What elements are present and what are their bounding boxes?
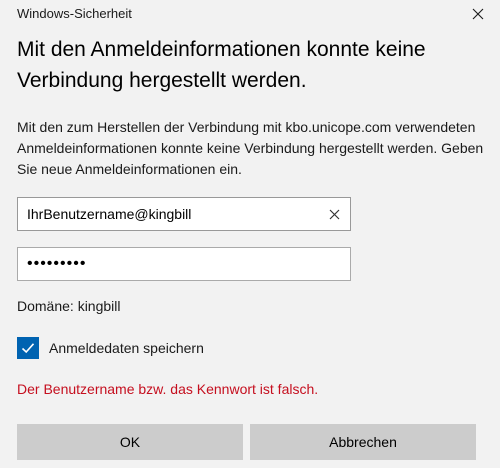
close-button[interactable] [456, 0, 500, 28]
password-field[interactable] [18, 248, 350, 280]
close-icon [472, 8, 484, 20]
dialog-heading: Mit den Anmeldeinformationen konnte kein… [17, 38, 426, 92]
remember-credentials-checkbox[interactable]: Anmeldedaten speichern [17, 336, 204, 360]
checkbox-box[interactable] [17, 337, 39, 359]
credential-dialog: Windows-Sicherheit Mit den Anmeldeinform… [0, 0, 500, 468]
dialog-message: Mit den zum Herstellen der Verbindung mi… [17, 119, 484, 177]
remember-credentials-label: Anmeldedaten speichern [49, 340, 204, 356]
username-field-container [17, 197, 351, 231]
error-message: Der Benutzername bzw. das Kennwort ist f… [17, 381, 319, 397]
ok-button[interactable]: OK [17, 424, 243, 460]
password-field-container [17, 247, 351, 281]
username-field[interactable] [18, 198, 350, 230]
clear-username-button[interactable] [320, 200, 348, 228]
title-bar: Windows-Sicherheit [0, 0, 500, 30]
domain-label: Domäne: kingbill [17, 298, 121, 314]
window-title: Windows-Sicherheit [17, 6, 132, 21]
cancel-button[interactable]: Abbrechen [250, 424, 476, 460]
checkmark-icon [21, 343, 35, 354]
clear-icon [329, 209, 339, 219]
